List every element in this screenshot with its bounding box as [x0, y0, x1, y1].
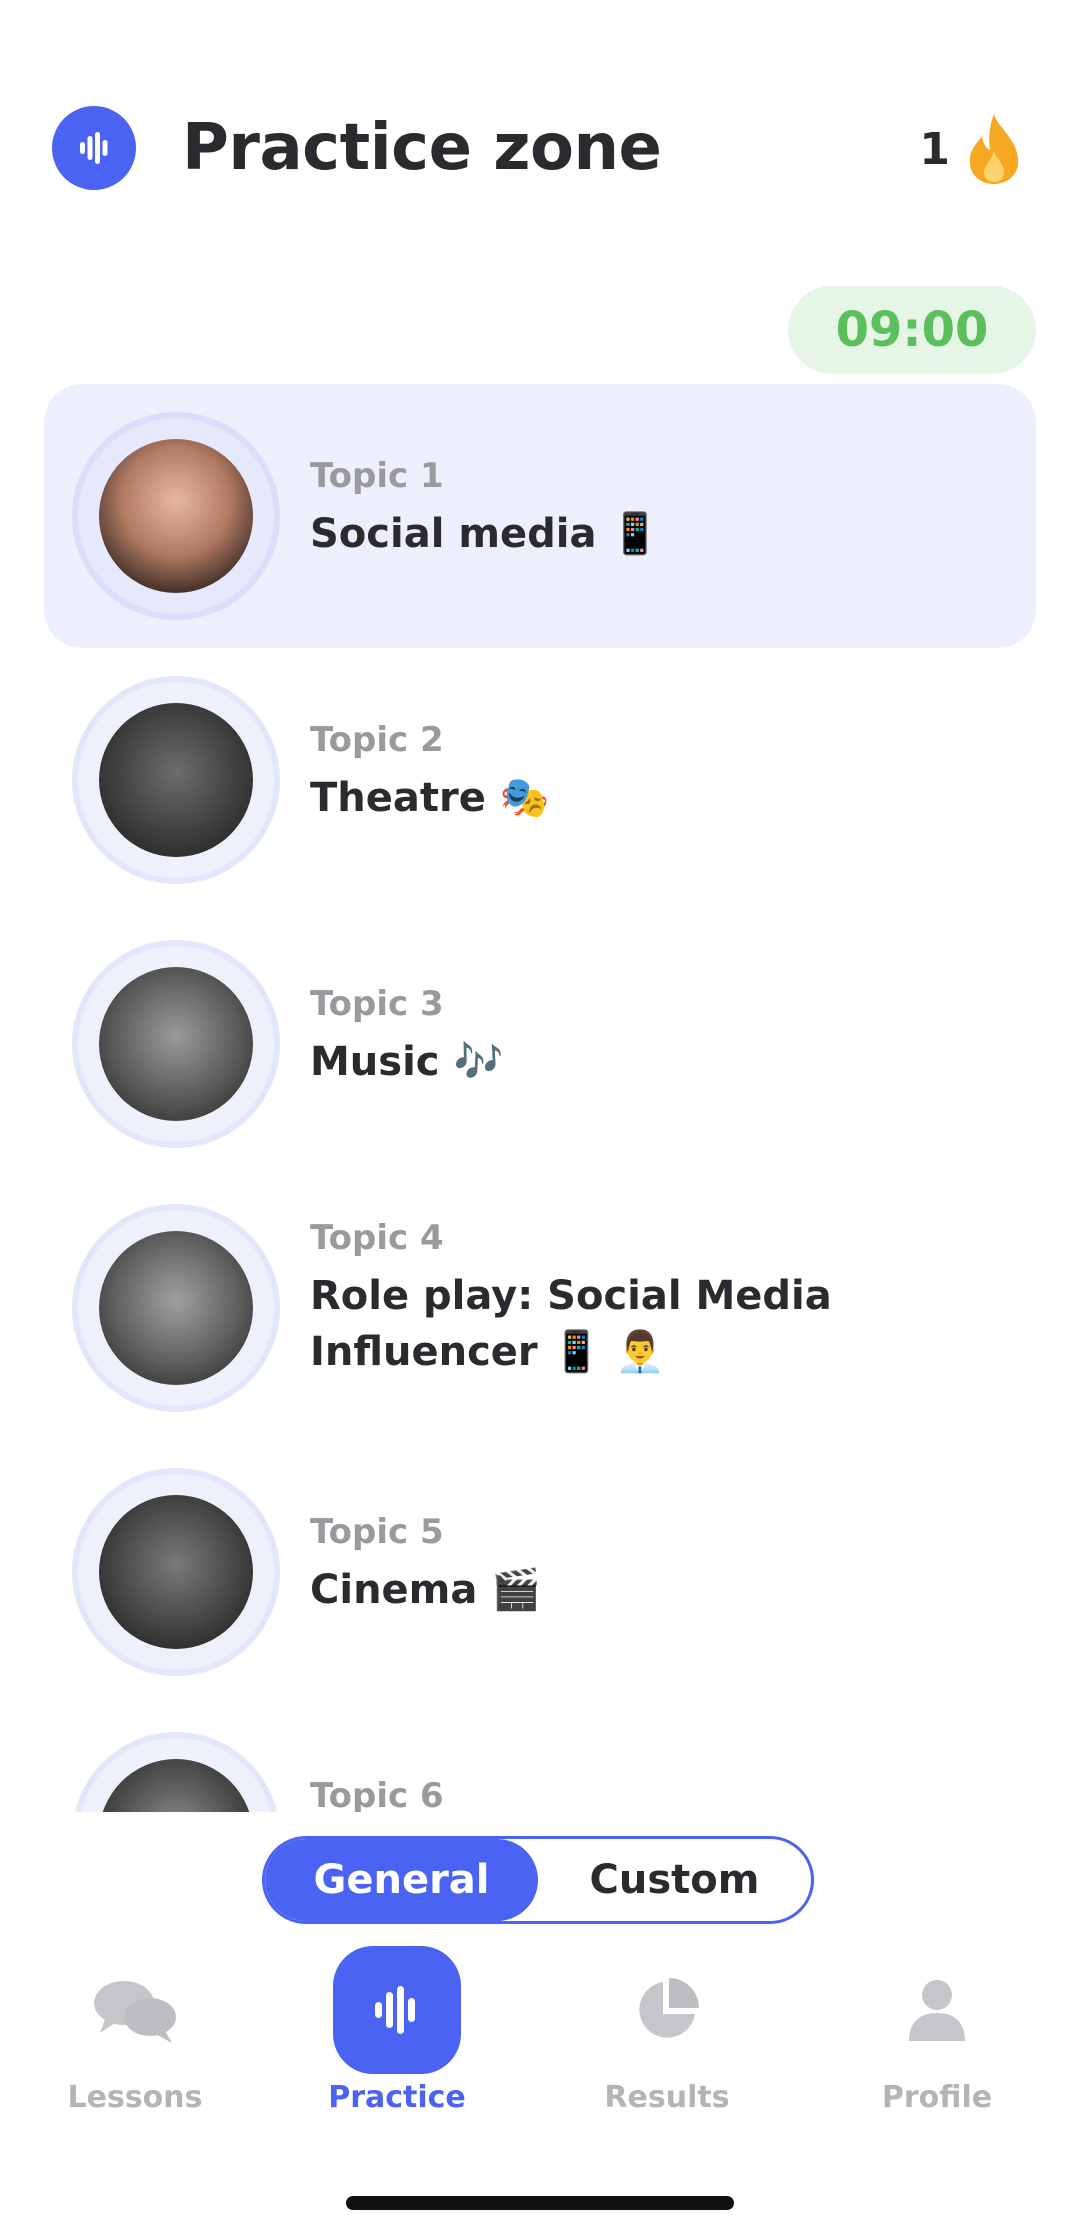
flame-icon	[969, 114, 1019, 184]
avatar-ring	[72, 412, 280, 620]
chat-bubbles-icon	[94, 1981, 176, 2043]
bottom-tab-bar: Lessons Practice Results Profile	[0, 1946, 1080, 2146]
avatar	[99, 439, 253, 593]
tab-practice[interactable]: Practice	[262, 1946, 532, 2146]
custom-toggle-button[interactable]: Custom	[538, 1839, 811, 1921]
avatar-ring	[72, 1468, 280, 1676]
soundwave-icon	[80, 132, 108, 164]
tab-label: Lessons	[67, 2080, 203, 2115]
topic-number: Topic 1	[310, 456, 444, 496]
topic-item-5[interactable]: Topic 5 Cinema 🎬	[44, 1440, 1036, 1704]
avatar	[99, 1495, 253, 1649]
avatar	[99, 1231, 253, 1385]
avatar	[99, 967, 253, 1121]
header: Practice zone 1	[0, 0, 1080, 240]
tab-label: Profile	[881, 2080, 993, 2115]
topic-item-2[interactable]: Topic 2 Theatre 🎭	[44, 648, 1036, 912]
tab-label: Results	[604, 2080, 730, 2115]
tab-results[interactable]: Results	[532, 1946, 802, 2146]
topic-item-6[interactable]: Topic 6	[44, 1704, 1036, 1812]
avatar	[99, 1759, 253, 1812]
avatar-ring	[72, 1732, 280, 1812]
topic-number: Topic 4	[310, 1218, 444, 1258]
topic-type-toggle[interactable]: General Custom	[262, 1836, 814, 1924]
avatar-ring	[72, 1204, 280, 1412]
streak-counter[interactable]: 1	[919, 112, 1024, 186]
general-toggle-button[interactable]: General	[265, 1839, 538, 1921]
timer-badge: 09:00	[788, 286, 1036, 374]
page-title: Practice zone	[182, 111, 662, 185]
topic-number: Topic 3	[310, 984, 444, 1024]
pie-chart-icon	[639, 1978, 699, 2038]
app-logo	[52, 106, 136, 190]
soundwave-icon	[375, 1986, 415, 2034]
tab-profile[interactable]: Profile	[802, 1946, 1072, 2146]
topic-item-4[interactable]: Topic 4 Role play: Social Media Influenc…	[44, 1176, 1036, 1440]
topic-name: Cinema 🎬	[310, 1567, 542, 1613]
topic-name: Theatre 🎭	[310, 775, 550, 821]
person-icon	[909, 1980, 965, 2041]
avatar	[99, 703, 253, 857]
avatar-ring	[72, 940, 280, 1148]
topic-item-3[interactable]: Topic 3 Music 🎶	[44, 912, 1036, 1176]
topic-number: Topic 6	[310, 1776, 444, 1812]
topic-name: Role play: Social Media Influencer 📱 👨‍💼	[310, 1273, 832, 1375]
topic-number: Topic 5	[310, 1512, 444, 1552]
topic-item-1[interactable]: Topic 1 Social media 📱	[44, 384, 1036, 648]
home-indicator	[346, 2196, 734, 2210]
streak-count: 1	[919, 123, 950, 175]
topic-name: Music 🎶	[310, 1039, 504, 1085]
tab-label: Practice	[328, 2080, 466, 2115]
tab-lessons[interactable]: Lessons	[0, 1946, 270, 2146]
topic-number: Topic 2	[310, 720, 444, 760]
avatar-ring	[72, 676, 280, 884]
topic-list[interactable]: Topic 1 Social media 📱 Topic 2 Theatre 🎭…	[0, 384, 1080, 1812]
topic-name: Social media 📱	[310, 511, 661, 557]
